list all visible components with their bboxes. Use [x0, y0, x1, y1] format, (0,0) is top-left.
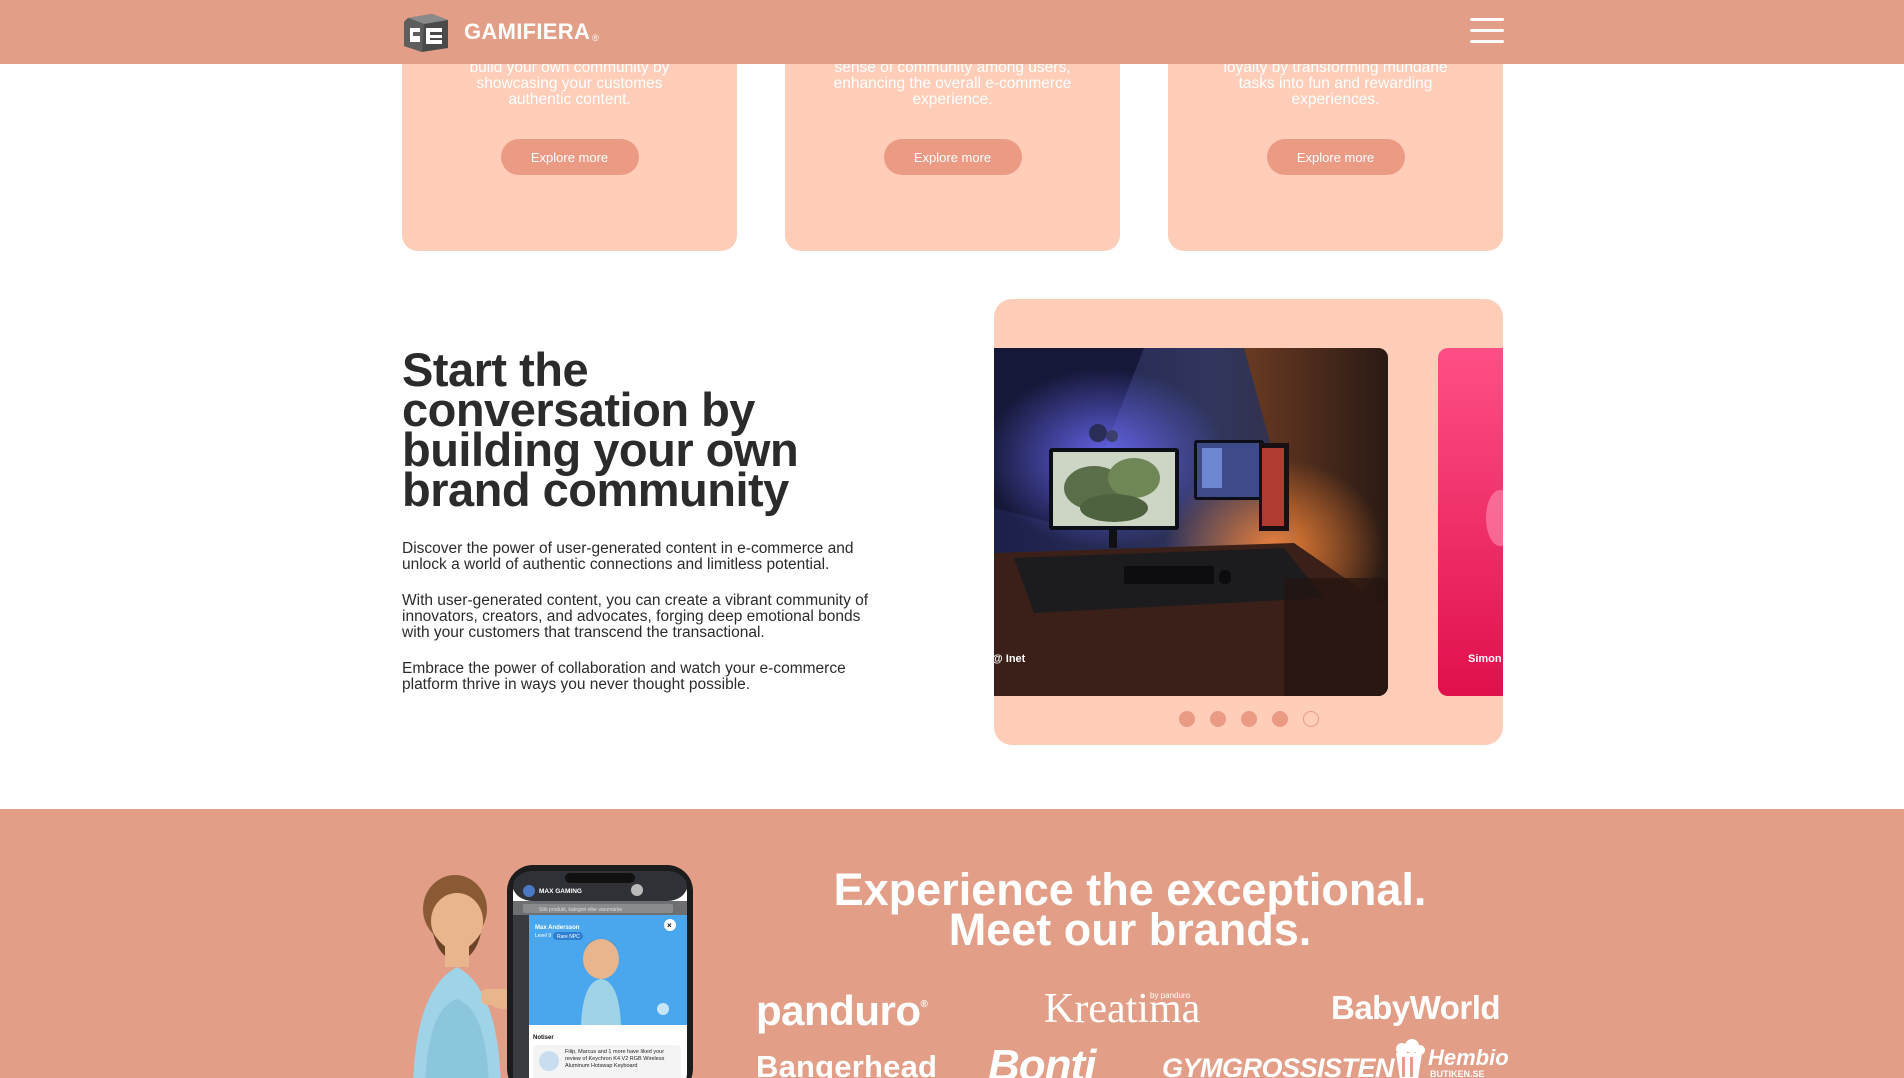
bangerhead-logo[interactable]: Bangerhead [756, 1049, 937, 1078]
slide-caption: @ Inet [994, 653, 1026, 665]
slider-dot-2[interactable] [1209, 711, 1226, 727]
kreatima-logo[interactable]: Kreatima by panduro [1044, 985, 1200, 1033]
conversation-paragraph-2: With user-generated content, you can cre… [402, 592, 869, 641]
phone-store-name: MAX GAMING [539, 888, 582, 895]
brands-section: MAX GAMING Sök produkt, kategori eller v… [0, 809, 1904, 1078]
slide-caption: Simon [1468, 653, 1502, 665]
phone-user-name: Max Andersson [535, 925, 580, 931]
phone-search-input: Sök produkt, kategori eller varumärke [539, 907, 622, 913]
second-post-image: Simon [1438, 348, 1503, 696]
slider-dot-4[interactable] [1271, 711, 1288, 727]
site-header: GAMIFIERA ® [0, 0, 1904, 64]
card-description: loyalty by transforming mundane tasks in… [1223, 59, 1448, 108]
slide-second-post[interactable]: Simon [1438, 348, 1503, 696]
conversation-heading: Start the conversation by building your … [402, 343, 799, 516]
babyworld-logo[interactable]: BabyWorld [1331, 989, 1501, 1027]
conversation-paragraph-1: Discover the power of user-generated con… [402, 540, 854, 573]
phone-notification-text: Filip, Marcus and 1 more have liked your… [565, 1049, 665, 1069]
slide-gaming-setup[interactable]: @ Inet [994, 348, 1388, 696]
slider-pagination [994, 711, 1503, 727]
brand-name: GAMIFIERA ® [464, 19, 600, 44]
slider-dot-1[interactable] [1178, 711, 1195, 727]
gamifiera-logo-icon [404, 14, 448, 52]
gymgrossisten-logo[interactable]: GYMGROSSISTEN [1162, 1053, 1395, 1078]
explore-more-button[interactable]: Explore more [1266, 139, 1405, 175]
slider-dot-5[interactable] [1302, 711, 1319, 727]
logo[interactable]: GAMIFIERA ® [402, 12, 599, 52]
slider-dot-3[interactable] [1240, 711, 1257, 727]
conversation-paragraph-3: Embrace the power of collaboration and w… [402, 660, 846, 693]
phone-notifications-label: Notiser [533, 1035, 554, 1041]
hamburger-menu-icon[interactable] [1470, 18, 1504, 44]
svg-text:×: × [667, 921, 672, 930]
phone-user-level: Level 9 [535, 933, 551, 939]
hembio-logo[interactable]: Hembio BUTIKEN.SE [1392, 1039, 1509, 1078]
explore-more-button[interactable]: Explore more [883, 139, 1022, 175]
gaming-setup-image: @ Inet [994, 348, 1388, 696]
ugc-image-slider[interactable]: @ Inet Simon [994, 299, 1503, 745]
brands-heading: Experience the exceptional. Meet our bra… [833, 864, 1427, 955]
phone-avatar-illustration: MAX GAMING Sök produkt, kategori eller v… [413, 865, 693, 1078]
bonti-logo[interactable]: Bonti [988, 1041, 1096, 1078]
card-description: sense of community among users, enhancin… [833, 59, 1072, 108]
phone-user-badge: Rare NPC [557, 934, 580, 940]
card-description: build your own community by showcasing y… [469, 59, 670, 108]
explore-more-button[interactable]: Explore more [500, 139, 639, 175]
panduro-logo[interactable]: panduro® [756, 987, 928, 1035]
